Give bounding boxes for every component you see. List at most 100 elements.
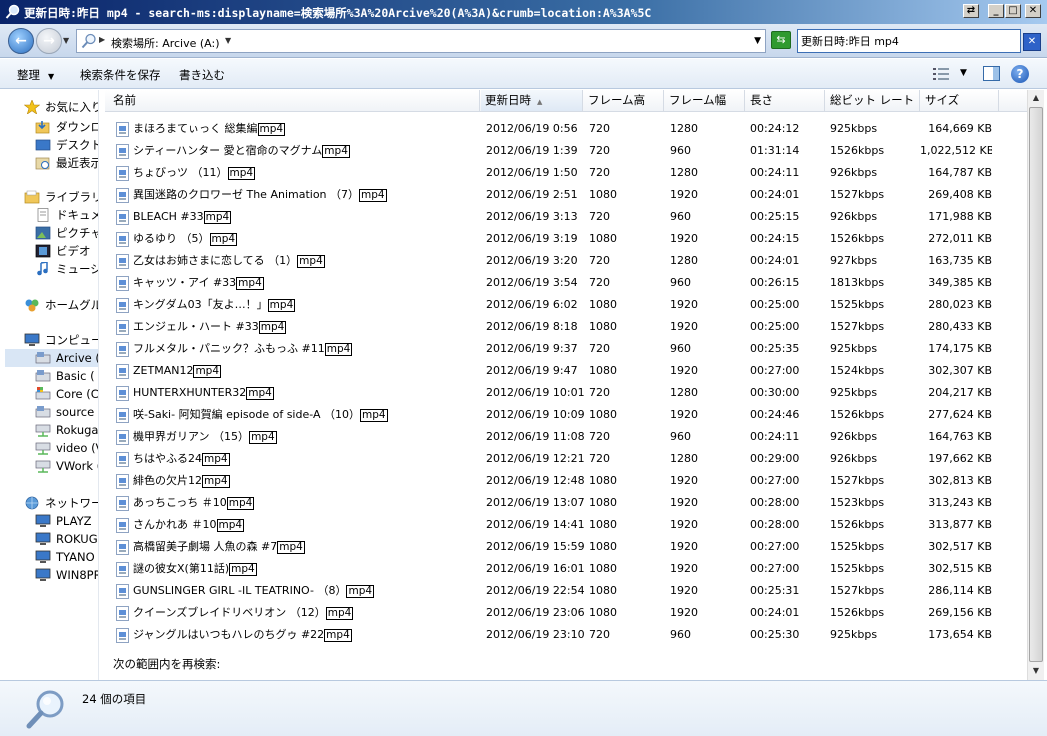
table-row[interactable]: キングダム03「友よ…！」 mp4 2012/06/19 6:02 1080 1920 0… <box>105 294 1027 316</box>
sidebar-item-drive-basic[interactable]: Basic ( <box>35 367 95 385</box>
sidebar-item-drive-source[interactable]: source <box>35 403 94 421</box>
vertical-scrollbar[interactable]: ▲ ▼ <box>1027 90 1044 680</box>
table-row[interactable]: あっちこっち ＃10 mp4 2012/06/19 13:07 1080 1920 00:… <box>105 492 1027 514</box>
file-name-cell[interactable]: まほろまてぃっく 総集編 mp4 <box>133 118 478 140</box>
sidebar-item-drive-video[interactable]: video (V <box>35 439 98 457</box>
file-name-cell[interactable]: ゆるゆり （5） mp4 <box>133 228 478 250</box>
breadcrumb-separator-icon[interactable]: ▶ <box>99 35 105 44</box>
address-history-dropdown[interactable]: ▼ <box>754 36 761 46</box>
file-name-cell[interactable]: 緋色の欠片12 mp4 <box>133 470 478 492</box>
restore-button[interactable]: ⇄ <box>963 4 979 18</box>
file-name-cell[interactable]: キングダム03「友よ…！」 mp4 <box>133 294 478 316</box>
breadcrumb-dropdown-icon[interactable]: ▼ <box>225 36 231 45</box>
table-row[interactable]: キャッツ・アイ #33 mp4 2012/06/19 3:54 720 960 00:26… <box>105 272 1027 294</box>
table-row[interactable]: ちょびっツ （11） mp4 2012/06/19 1:50 720 1280 00:24… <box>105 162 1027 184</box>
table-row[interactable]: まほろまてぃっく 総集編 mp4 2012/06/19 0:56 720 1280 00:… <box>105 118 1027 140</box>
file-name-cell[interactable]: BLEACH #33 mp4 <box>133 206 478 228</box>
sidebar-item-recent[interactable]: 最近表示した場所 <box>35 154 98 172</box>
file-name-cell[interactable]: ちはやふる24 mp4 <box>133 448 478 470</box>
view-options-icon[interactable] <box>933 67 949 81</box>
close-button[interactable]: ✕ <box>1025 4 1041 18</box>
sidebar-item-computer[interactable]: コンピューター <box>24 331 98 349</box>
table-row[interactable]: 異国迷路のクロワーゼ The Animation （7） mp4 2012/06/1… <box>105 184 1027 206</box>
table-row[interactable]: GUNSLINGER GIRL -IL TEATRINO- （8） mp4 2012… <box>105 580 1027 602</box>
file-name-cell[interactable]: フルメタル・パニック？ふもっふ #11 mp4 <box>133 338 478 360</box>
scroll-up-icon[interactable]: ▲ <box>1028 90 1044 106</box>
scroll-down-icon[interactable]: ▼ <box>1028 663 1044 679</box>
file-name-cell[interactable]: クイーンズブレイドリベリオン （12） mp4 <box>133 602 478 624</box>
back-button[interactable]: ← <box>8 28 34 54</box>
burn-button[interactable]: 書き込む <box>179 67 225 83</box>
table-row[interactable]: HUNTERXHUNTER32 mp4 2012/06/19 10:01 720 128… <box>105 382 1027 404</box>
sidebar-item-music[interactable]: ミュージック <box>35 260 98 278</box>
sidebar-item-drive-core[interactable]: Core (C <box>35 385 98 403</box>
column-header-frame-width[interactable]: フレーム幅 <box>665 90 745 111</box>
table-row[interactable]: ZETMAN12 mp4 2012/06/19 9:47 1080 1920 00:27:… <box>105 360 1027 382</box>
pane-splitter[interactable] <box>98 90 105 680</box>
minimize-button[interactable]: _ <box>988 4 1004 18</box>
table-row[interactable]: ちはやふる24 mp4 2012/06/19 12:21 720 1280 00:29:0… <box>105 448 1027 470</box>
column-header-size[interactable]: サイズ <box>921 90 999 111</box>
file-name-cell[interactable]: ちょびっツ （11） mp4 <box>133 162 478 184</box>
sidebar-item-drive-arcive[interactable]: Arcive ( <box>5 349 98 367</box>
sidebar-item-favorites[interactable]: お気に入り <box>23 98 98 116</box>
maximize-button[interactable]: □ <box>1005 4 1021 18</box>
file-name-cell[interactable]: 異国迷路のクロワーゼ The Animation （7） mp4 <box>133 184 478 206</box>
column-header-name[interactable]: 名前 <box>105 90 480 111</box>
sidebar-item-downloads[interactable]: ダウンロード <box>35 118 98 136</box>
sidebar-item-host-playz[interactable]: PLAYZ <box>35 512 91 530</box>
table-row[interactable]: フルメタル・パニック？ふもっふ #11 mp4 2012/06/19 9:37 720… <box>105 338 1027 360</box>
sidebar-item-videos[interactable]: ビデオ <box>35 242 91 260</box>
table-row[interactable]: クイーンズブレイドリベリオン （12） mp4 2012/06/19 23:06 10… <box>105 602 1027 624</box>
table-row[interactable]: 高橋留美子劇場 人魚の森 #7 mp4 2012/06/19 15:59 1080 19… <box>105 536 1027 558</box>
file-name-cell[interactable]: 機甲界ガリアン （15） mp4 <box>133 426 478 448</box>
file-name-cell[interactable]: キャッツ・アイ #33 mp4 <box>133 272 478 294</box>
table-row[interactable]: ジャングルはいつもハレのちグゥ #22 mp4 2012/06/19 23:10 72… <box>105 624 1027 646</box>
clear-search-button[interactable]: ✕ <box>1023 33 1041 51</box>
sidebar-item-documents[interactable]: ドキュメント <box>35 206 98 224</box>
file-name-cell[interactable]: 咲-Saki- 阿知賀編 episode of side-A （10） mp4 <box>133 404 478 426</box>
breadcrumb-search-location[interactable]: 検索場所: Arcive (A:) <box>111 35 220 51</box>
table-row[interactable]: 機甲界ガリアン （15） mp4 2012/06/19 11:08 720 960 00:… <box>105 426 1027 448</box>
file-name-cell[interactable]: あっちこっち ＃10 mp4 <box>133 492 478 514</box>
table-row[interactable]: さんかれあ ＃10 mp4 2012/06/19 14:41 1080 1920 00:2… <box>105 514 1027 536</box>
forward-button[interactable]: → <box>36 28 62 54</box>
file-name-cell[interactable]: 謎の彼女X(第11話) mp4 <box>133 558 478 580</box>
sidebar-item-drive-rokuga[interactable]: Rokuga <box>35 421 98 439</box>
column-header-length[interactable]: 長さ <box>746 90 825 111</box>
file-name-cell[interactable]: 高橋留美子劇場 人魚の森 #7 mp4 <box>133 536 478 558</box>
organize-button[interactable]: 整理 ▼ <box>17 67 54 83</box>
column-header-modified[interactable]: 更新日時 ▲ <box>481 90 583 111</box>
address-bar[interactable]: ▶ 検索場所: Arcive (A:) ▼ ▼ <box>76 29 766 53</box>
table-row[interactable]: ゆるゆり （5） mp4 2012/06/19 3:19 1080 1920 00:24:… <box>105 228 1027 250</box>
preview-pane-icon[interactable] <box>983 66 1000 81</box>
sidebar-item-homegroup[interactable]: ホームグループ <box>24 296 98 314</box>
file-name-cell[interactable]: シティーハンター 愛と宿命のマグナム mp4 <box>133 140 478 162</box>
scroll-thumb[interactable] <box>1029 107 1043 662</box>
sidebar-item-host-rokug[interactable]: ROKUG <box>35 530 98 548</box>
file-name-cell[interactable]: HUNTERXHUNTER32 mp4 <box>133 382 478 404</box>
table-row[interactable]: 乙女はお姉さまに恋してる （1） mp4 2012/06/19 3:20 720 128… <box>105 250 1027 272</box>
sidebar-item-host-tyano[interactable]: TYANO <box>35 548 95 566</box>
sidebar-item-network[interactable]: ネットワーク <box>24 494 98 512</box>
recent-pages-dropdown[interactable]: ▼ <box>63 36 69 45</box>
table-row[interactable]: エンジェル・ハート #33 mp4 2012/06/19 8:18 1080 1920 0… <box>105 316 1027 338</box>
file-name-cell[interactable]: さんかれあ ＃10 mp4 <box>133 514 478 536</box>
table-row[interactable]: 謎の彼女X(第11話) mp4 2012/06/19 16:01 1080 1920 00… <box>105 558 1027 580</box>
table-row[interactable]: BLEACH #33 mp4 2012/06/19 3:13 720 960 00:25:… <box>105 206 1027 228</box>
file-name-cell[interactable]: エンジェル・ハート #33 mp4 <box>133 316 478 338</box>
sidebar-item-desktop[interactable]: デスクトップ <box>35 136 98 154</box>
sidebar-item-drive-vwork[interactable]: VWork ( <box>35 457 98 475</box>
sidebar-item-libraries[interactable]: ライブラリ <box>24 188 98 206</box>
help-icon[interactable]: ? <box>1011 65 1029 83</box>
column-header-bitrate[interactable]: 総ビット レート <box>826 90 920 111</box>
table-row[interactable]: 咲-Saki- 阿知賀編 episode of side-A （10） mp4 20… <box>105 404 1027 426</box>
refresh-button[interactable]: ⇆ <box>771 31 791 49</box>
file-name-cell[interactable]: GUNSLINGER GIRL -IL TEATRINO- （8） mp4 <box>133 580 478 602</box>
file-name-cell[interactable]: ジャングルはいつもハレのちグゥ #22 mp4 <box>133 624 478 646</box>
search-box[interactable] <box>797 29 1021 53</box>
search-input[interactable] <box>801 33 1001 49</box>
table-row[interactable]: 緋色の欠片12 mp4 2012/06/19 12:48 1080 1920 00:27:… <box>105 470 1027 492</box>
table-row[interactable]: シティーハンター 愛と宿命のマグナム mp4 2012/06/19 1:39 720 9… <box>105 140 1027 162</box>
sidebar-item-host-win8pr[interactable]: WIN8PR <box>35 566 98 584</box>
